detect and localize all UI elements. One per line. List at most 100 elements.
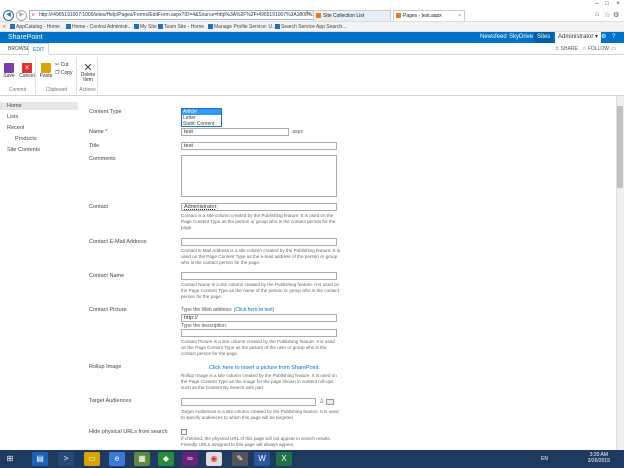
nav-item-lists[interactable]: Lists — [0, 113, 78, 121]
group-label: Actions — [79, 87, 96, 93]
app-icon[interactable]: ◆ — [158, 452, 174, 466]
rollup-image-label: Rollup Image — [89, 364, 122, 370]
hide-urls-checkbox[interactable] — [181, 429, 187, 435]
forward-button[interactable]: ▶ — [16, 10, 27, 21]
server-manager-icon[interactable]: ▤ — [32, 452, 48, 466]
nav-item-home[interactable]: Home — [0, 102, 78, 110]
language-indicator[interactable]: EN — [541, 456, 548, 462]
contact-name-label: Contact Name — [89, 273, 125, 279]
delete-item-button[interactable]: ✕ Delete Item — [80, 63, 96, 83]
contact-name-input[interactable] — [181, 272, 337, 280]
favorites-star-icon[interactable]: ☆ — [604, 11, 610, 19]
delete-label: Delete Item — [80, 72, 96, 83]
favorite-link[interactable]: AppCatalog - Home — [10, 22, 60, 32]
ribbon-tabs: BROWSE EDIT ⇪ SHARE ☆ FOLLOW ▭ — [0, 43, 624, 55]
nav-item-products[interactable]: Products — [0, 135, 78, 143]
scrollbar-thumb[interactable] — [617, 106, 623, 188]
contact-picture-url-input[interactable]: http:// — [181, 314, 337, 322]
nav-item-recent[interactable]: Recent — [0, 124, 78, 132]
contact-email-input[interactable] — [181, 238, 337, 246]
save-button[interactable]: Save — [2, 63, 16, 79]
user-name: Administrator — [558, 34, 594, 40]
check-names-icon[interactable]: ♙ — [319, 398, 324, 405]
name-label: Name * — [89, 129, 108, 135]
actions-group: ✕ Delete Item Actions — [78, 57, 98, 94]
follow-button[interactable]: ☆ FOLLOW — [582, 43, 609, 55]
hide-urls-label: Hide physical URLs from search — [89, 429, 168, 435]
chrome-icon[interactable]: ◉ — [206, 452, 222, 466]
site-icon — [208, 24, 213, 29]
refresh-icon[interactable]: ↻ — [306, 11, 310, 17]
gear-icon[interactable]: ⚙ — [613, 11, 619, 19]
suite-link-skydrive[interactable]: SkyDrive — [509, 32, 533, 43]
paste-button[interactable]: Paste — [39, 63, 53, 79]
url-text: http://r4965191007:1000/sites/Help/Pages… — [39, 12, 320, 18]
close-tab-icon[interactable]: × — [458, 11, 461, 21]
back-button[interactable]: ◀ — [3, 10, 14, 21]
contact-picture-label: Contact Picture — [89, 307, 127, 313]
name-input[interactable]: test — [181, 128, 289, 136]
internet-explorer-icon[interactable]: e — [109, 452, 125, 466]
browse-directory-icon[interactable] — [326, 399, 334, 405]
test-link[interactable]: (Click here to test) — [234, 307, 275, 313]
tab-edit[interactable]: EDIT — [28, 43, 50, 55]
url-input[interactable]: e http://r4965191007:1000/sites/Help/Pag… — [29, 10, 321, 20]
group-label: Commit — [8, 87, 27, 93]
settings-icon[interactable]: ⚙ — [601, 32, 606, 43]
help-icon[interactable]: ? — [612, 32, 615, 43]
content-type-option[interactable]: Static Content — [182, 121, 221, 127]
suite-link-newsfeed[interactable]: Newsfeed — [480, 32, 507, 43]
user-menu[interactable]: Administrator ▾ — [555, 32, 602, 43]
contact-description: Contact is a site column created by the … — [181, 213, 336, 230]
tab-label: Pages - test.aspx — [403, 13, 442, 19]
favorite-label: AppCatalog - Home — [16, 24, 60, 30]
cancel-label: Cancel — [19, 73, 35, 79]
save-icon — [4, 63, 14, 73]
search-icon[interactable]: ⌕ — [299, 11, 302, 17]
tool-icon[interactable]: ✎ — [232, 452, 248, 466]
tab-pages-test[interactable]: Pages - test.aspx × — [393, 10, 465, 21]
save-label: Save — [3, 73, 15, 79]
cut-button[interactable]: ✂ Cut — [55, 62, 68, 68]
insert-picture-link[interactable]: Click here to insert a picture from Shar… — [209, 365, 320, 371]
sharepoint-shell-icon[interactable]: ▦ — [134, 452, 150, 466]
home-icon[interactable]: ⌂ — [595, 11, 599, 18]
content-type-listbox[interactable]: Article Letter Static Content — [181, 108, 222, 127]
cut-label: Cut — [60, 62, 69, 68]
suite-link-sites[interactable]: Sites — [534, 32, 554, 43]
share-label: SHARE — [560, 46, 578, 52]
comments-textarea[interactable] — [181, 155, 337, 197]
contact-resolved-user[interactable]: Administrator — [184, 204, 216, 210]
paste-icon — [41, 63, 51, 73]
copy-button[interactable]: ❐ Copy — [55, 70, 73, 76]
maximize-icon[interactable]: □ — [602, 0, 612, 8]
title-input[interactable]: test — [181, 142, 337, 150]
close-window-icon[interactable]: × — [613, 0, 623, 8]
cancel-button[interactable]: × Cancel — [19, 63, 35, 79]
content-type-label: Content Type — [89, 109, 122, 115]
contact-separator: ; — [216, 204, 218, 210]
contact-people-picker[interactable]: Administrator; — [181, 203, 337, 211]
rollup-image-description: Rollup Image is a site column created by… — [181, 373, 337, 390]
start-windows-icon[interactable]: ⊞ — [2, 452, 18, 466]
favorite-link[interactable]: Team Site - Home — [158, 22, 204, 32]
contact-picture-description-input[interactable] — [181, 329, 337, 337]
nav-item-site-contents[interactable]: Site Contents — [0, 146, 78, 154]
brand-title[interactable]: SharePoint — [8, 32, 43, 43]
minimize-icon[interactable]: – — [592, 0, 602, 8]
excel-icon[interactable]: X — [276, 452, 292, 466]
contact-name-description: Contact Name is a site column created by… — [181, 282, 340, 299]
favorite-link[interactable]: Home - Central Administr... — [66, 22, 132, 32]
visual-studio-icon[interactable]: ∞ — [182, 452, 198, 466]
tab-site-collection-list[interactable]: Site Collection List — [313, 10, 391, 21]
powershell-icon[interactable]: > — [58, 452, 74, 466]
favorite-link[interactable]: Search Service App Search... — [275, 22, 346, 32]
word-icon[interactable]: W — [254, 452, 270, 466]
favorite-link[interactable]: My Site — [134, 22, 157, 32]
file-explorer-icon[interactable]: ▭ — [84, 452, 100, 466]
focus-icon[interactable]: ▭ — [611, 43, 616, 55]
favorite-link[interactable]: Manage Profile Service: U... — [208, 22, 276, 32]
share-button[interactable]: ⇪ SHARE — [555, 43, 578, 55]
target-audiences-input[interactable] — [181, 398, 316, 406]
system-clock[interactable]: 3:20 AM 3/26/2015 — [588, 452, 610, 464]
